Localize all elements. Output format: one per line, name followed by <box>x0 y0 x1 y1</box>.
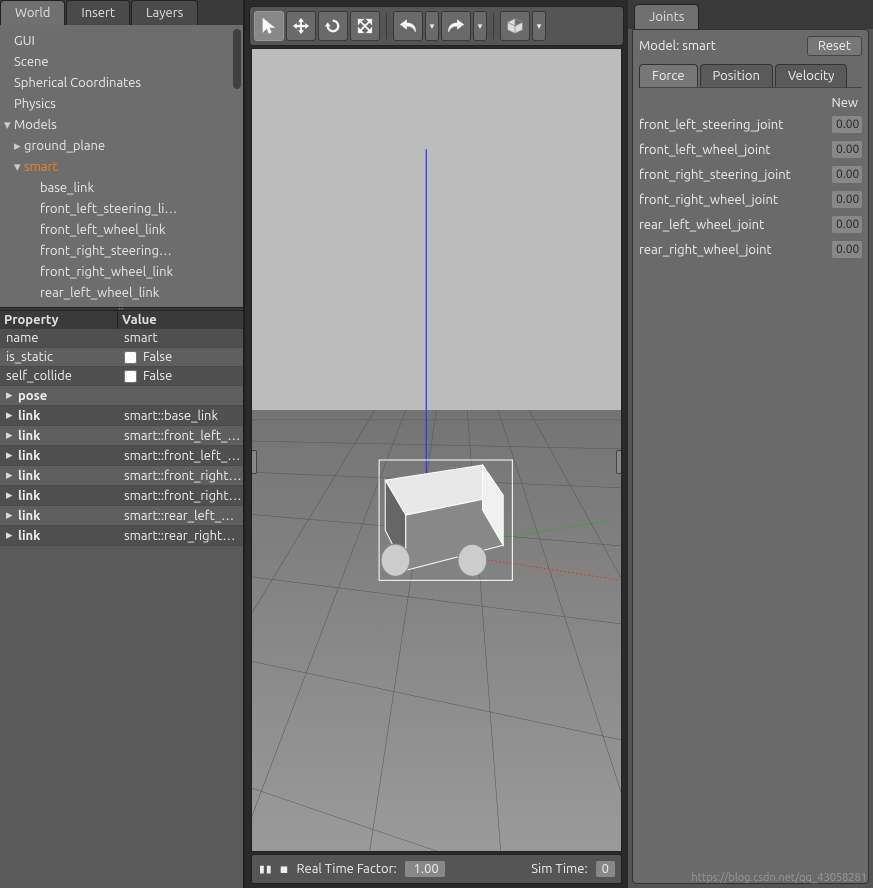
property-row[interactable]: ▸linksmart::front_right… <box>0 466 243 486</box>
joint-value-input[interactable]: 0.00 <box>832 166 862 183</box>
tree-item[interactable]: ▸ground_plane <box>0 136 243 157</box>
left-panel: WorldInsertLayers GUISceneSpherical Coor… <box>0 0 245 888</box>
cube-menu-icon[interactable]: ▾ <box>532 11 546 41</box>
rt-value: 1.00 <box>405 861 445 877</box>
property-table: Property Value namesmartis_static Falses… <box>0 311 243 888</box>
tree-item[interactable]: base_link <box>0 178 243 199</box>
pause-button[interactable]: ▮▮ <box>258 862 272 877</box>
property-header-val: Value <box>118 311 243 329</box>
tab-insert[interactable]: Insert <box>66 0 130 25</box>
joint-sub-tabs: ForcePositionVelocity <box>639 64 862 88</box>
property-row[interactable]: ▸pose <box>0 386 243 406</box>
left-tabs: WorldInsertLayers <box>0 0 243 25</box>
sim-value: 0 <box>596 861 615 877</box>
property-row[interactable]: ▸linksmart::rear_left_… <box>0 506 243 526</box>
world-tree[interactable]: GUISceneSpherical CoordinatesPhysics▾Mod… <box>0 25 243 307</box>
tab-layers[interactable]: Layers <box>131 0 198 25</box>
tree-item[interactable]: front_right_steering… <box>0 241 243 262</box>
viewport-grip-left[interactable] <box>251 450 257 474</box>
cube-tool-button[interactable] <box>500 11 530 41</box>
tree-item[interactable]: Spherical Coordinates <box>0 73 243 94</box>
property-row[interactable]: namesmart <box>0 329 243 348</box>
joint-value-input[interactable]: 0.00 <box>832 241 862 258</box>
joint-value-input[interactable]: 0.00 <box>832 216 862 233</box>
property-header: Property Value <box>0 311 243 329</box>
property-row[interactable]: self_collide False <box>0 367 243 386</box>
joint-name: front_right_wheel_joint <box>639 193 778 207</box>
property-header-key: Property <box>0 311 118 329</box>
panel-divider[interactable] <box>0 307 243 311</box>
joint-row: rear_left_wheel_joint 0.00 <box>639 216 862 233</box>
joint-row: front_left_steering_joint 0.00 <box>639 116 862 133</box>
tree-item[interactable]: ▾Models <box>0 115 243 136</box>
joint-name: front_left_steering_joint <box>639 118 783 132</box>
tree-item[interactable]: front_right_wheel_link <box>0 262 243 283</box>
property-row[interactable]: ▸linksmart::front_right… <box>0 486 243 506</box>
joint-name: rear_left_wheel_joint <box>639 218 764 232</box>
sim-label: Sim Time: <box>531 862 587 876</box>
undo-menu-icon[interactable]: ▾ <box>425 11 439 41</box>
tab-world[interactable]: World <box>0 0 65 25</box>
sub-tab-velocity[interactable]: Velocity <box>775 64 848 87</box>
rt-label: Real Time Factor: <box>296 862 396 876</box>
undo-tool-button[interactable] <box>393 11 423 41</box>
move-tool-button[interactable] <box>286 11 316 41</box>
tree-item[interactable]: GUI <box>0 31 243 52</box>
joints-column-header: New <box>639 96 862 110</box>
tree-scrollbar[interactable] <box>233 29 241 89</box>
joint-name: rear_right_wheel_joint <box>639 243 772 257</box>
right-panel: Joints Model: smart Reset ForcePositionV… <box>628 0 873 888</box>
property-row[interactable]: ▸linksmart::front_left_… <box>0 446 243 466</box>
joint-name: front_left_wheel_joint <box>639 143 771 157</box>
3d-viewport[interactable] <box>251 48 622 852</box>
joint-row: front_right_steering_joint 0.00 <box>639 166 862 183</box>
viewport-toolbar: ▾ ▾ ▾ <box>249 6 624 46</box>
joint-row: rear_right_wheel_joint 0.00 <box>639 241 862 258</box>
property-row[interactable]: ▸linksmart::rear_right… <box>0 526 243 546</box>
step-dot[interactable]: ▪ <box>280 862 289 877</box>
joint-name: front_right_steering_joint <box>639 168 791 182</box>
status-bar: ▮▮ ▪ Real Time Factor: 1.00 Sim Time: 0 <box>251 854 622 884</box>
joint-row: front_left_wheel_joint 0.00 <box>639 141 862 158</box>
property-row[interactable]: ▸linksmart::front_left_… <box>0 426 243 446</box>
rotate-tool-button[interactable] <box>318 11 348 41</box>
joint-row: front_right_wheel_joint 0.00 <box>639 191 862 208</box>
redo-menu-icon[interactable]: ▾ <box>473 11 487 41</box>
reset-button[interactable]: Reset <box>807 36 862 56</box>
joint-value-input[interactable]: 0.00 <box>832 191 862 208</box>
tree-item[interactable]: Physics <box>0 94 243 115</box>
tree-item[interactable]: front_left_wheel_link <box>0 220 243 241</box>
joint-value-input[interactable]: 0.00 <box>832 116 862 133</box>
sub-tab-force[interactable]: Force <box>639 64 698 87</box>
tree-item[interactable]: front_left_steering_li… <box>0 199 243 220</box>
tree-item[interactable]: Scene <box>0 52 243 73</box>
redo-tool-button[interactable] <box>441 11 471 41</box>
right-tabs: Joints <box>628 0 873 29</box>
joint-value-input[interactable]: 0.00 <box>832 141 862 158</box>
tree-item[interactable]: ▾smart <box>0 157 243 178</box>
select-tool-button[interactable] <box>254 11 284 41</box>
center-panel: ▾ ▾ ▾ <box>245 0 628 888</box>
tree-item[interactable]: rear_left_wheel_link <box>0 283 243 304</box>
property-row[interactable]: is_static False <box>0 348 243 367</box>
model-label: Model: smart <box>639 39 716 53</box>
viewport-grip-right[interactable] <box>616 450 622 474</box>
sub-tab-position[interactable]: Position <box>700 64 773 87</box>
property-row[interactable]: ▸linksmart::base_link <box>0 406 243 426</box>
tab-joints[interactable]: Joints <box>634 4 699 29</box>
scale-tool-button[interactable] <box>350 11 380 41</box>
